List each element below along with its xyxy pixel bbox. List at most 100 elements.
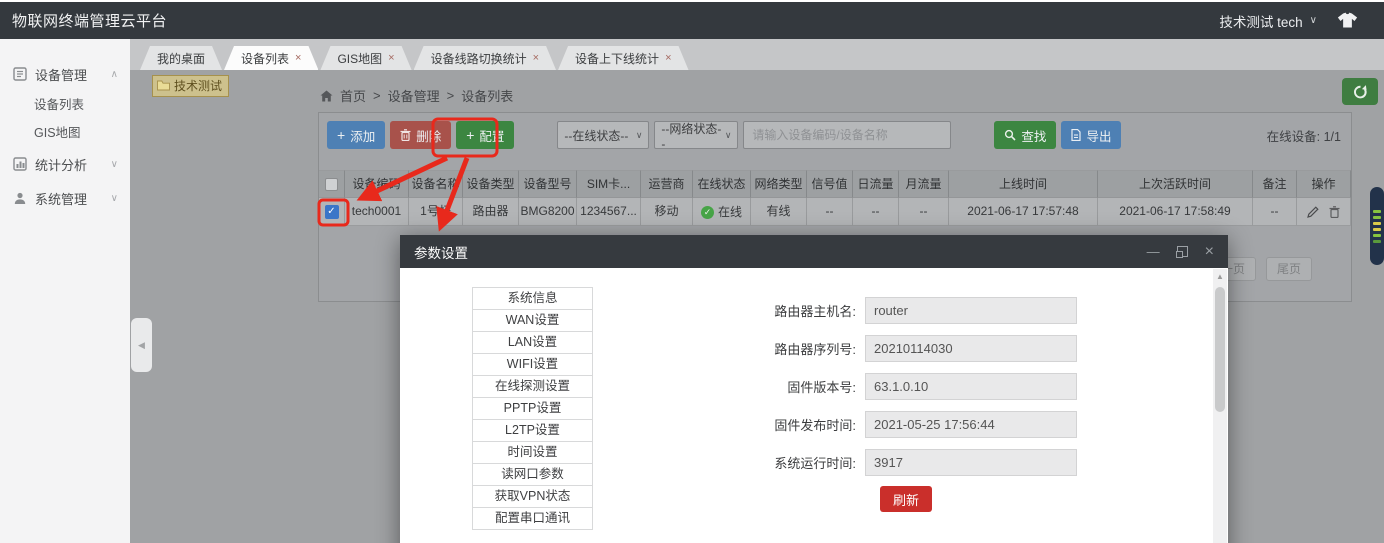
dialog-header[interactable]: 参数设置 — × <box>400 235 1228 268</box>
cell-sim-card: 1234567... <box>577 198 641 226</box>
online-count-value: 1/1 <box>1324 130 1341 144</box>
sidebar-group-statistics[interactable]: 统计分析 ∨ <box>0 147 130 181</box>
tab-device-list[interactable]: 设备列表 × <box>224 46 318 70</box>
refresh-page-button[interactable] <box>1342 78 1378 105</box>
panel-collapse-handle[interactable]: ◀ <box>131 318 152 372</box>
close-icon[interactable]: × <box>1205 244 1214 260</box>
search-icon <box>1004 129 1016 141</box>
left-triangle-icon: ◀ <box>138 340 145 351</box>
table-row[interactable]: ✓ tech0001 1号杆 路由器 BMG8200 1234567... 移动… <box>319 198 1351 226</box>
router-serial-field[interactable] <box>865 335 1077 362</box>
form-row: 固件版本号: <box>615 373 1077 400</box>
tab-online-offline-stats[interactable]: 设备上下线统计 × <box>558 46 688 70</box>
close-icon[interactable]: × <box>665 52 671 64</box>
edit-pencil-icon[interactable] <box>1307 206 1319 218</box>
close-icon[interactable]: × <box>533 52 539 64</box>
router-hostname-field[interactable] <box>865 297 1077 324</box>
cell-device-type: 路由器 <box>463 198 519 226</box>
scrollbar-thumb[interactable] <box>1215 287 1225 412</box>
menu-read-port-params[interactable]: 读网口参数 <box>472 463 593 486</box>
firmware-version-field[interactable] <box>865 373 1077 400</box>
network-status-select[interactable]: --网络状态-- ∨ <box>654 121 738 149</box>
add-device-button[interactable]: + 添加 <box>327 121 385 149</box>
export-button[interactable]: 导出 <box>1061 121 1121 149</box>
dialog-scrollbar[interactable]: ▲ <box>1213 269 1227 543</box>
cell-online-status: ✓在线 <box>693 198 751 226</box>
menu-wan-settings[interactable]: WAN设置 <box>472 309 593 332</box>
sidebar-item-gis-map[interactable]: GIS地图 <box>0 119 130 147</box>
tab-label: 我的桌面 <box>157 50 205 67</box>
user-name: 技术测试 tech <box>1219 11 1302 31</box>
refresh-info-button[interactable]: 刷新 <box>880 486 932 512</box>
select-all-checkbox[interactable] <box>325 178 338 191</box>
cell-network-type: 有线 <box>751 198 807 226</box>
menu-serial-comm-config[interactable]: 配置串口通讯 <box>472 507 593 530</box>
row-checkbox[interactable]: ✓ <box>325 205 339 219</box>
breadcrumb-separator: > <box>447 88 455 103</box>
menu-system-info[interactable]: 系统信息 <box>472 287 593 310</box>
menu-l2tp-settings[interactable]: L2TP设置 <box>472 419 593 442</box>
cell-online-time: 2021-06-17 17:57:48 <box>949 198 1098 226</box>
col-online-time: 上线时间 <box>949 170 1098 198</box>
col-carrier: 运营商 <box>641 170 693 198</box>
cell-carrier: 移动 <box>641 198 693 226</box>
menu-get-vpn-status[interactable]: 获取VPN状态 <box>472 485 593 508</box>
col-device-type: 设备类型 <box>463 170 519 198</box>
system-info-form: 路由器主机名: 路由器序列号: 固件版本号: 固件发布时间: 系统运行时间: <box>615 297 1077 487</box>
plus-icon: + <box>466 128 474 142</box>
sidebar-group-system-management[interactable]: 系统管理 ∨ <box>0 181 130 215</box>
folder-icon <box>157 80 170 91</box>
config-label: 配置 <box>479 126 504 145</box>
sidebar-group-label: 系统管理 <box>35 189 87 208</box>
tree-node-selected[interactable]: 技术测试 <box>152 75 229 97</box>
close-icon[interactable]: × <box>295 52 301 64</box>
menu-online-probe-settings[interactable]: 在线探测设置 <box>472 375 593 398</box>
online-count-label: 在线设备: <box>1267 130 1320 144</box>
col-online-status: 在线状态 <box>693 170 751 198</box>
minimize-icon[interactable]: — <box>1147 245 1160 258</box>
chevron-down-icon: ∨ <box>725 130 732 141</box>
col-signal: 信号值 <box>807 170 853 198</box>
app-window: 物联网终端管理云平台 技术测试 tech ∨ 设备管理 ∧ 设备列表 GIS地图… <box>0 0 1384 543</box>
menu-time-settings[interactable]: 时间设置 <box>472 441 593 464</box>
tshirt-icon[interactable] <box>1337 12 1358 29</box>
tab-my-desktop[interactable]: 我的桌面 <box>140 46 222 70</box>
sidebar: 设备管理 ∧ 设备列表 GIS地图 统计分析 ∨ 系统管理 ∨ <box>0 39 130 543</box>
configure-device-button[interactable]: + 配置 <box>456 121 514 149</box>
chevron-down-icon: ∨ <box>1310 15 1317 26</box>
col-remark: 备注 <box>1253 170 1297 198</box>
delete-trash-icon[interactable] <box>1329 206 1340 218</box>
col-actions: 操作 <box>1297 170 1351 198</box>
delete-device-button[interactable]: 删除 <box>390 121 451 149</box>
cell-daily-traffic: -- <box>853 198 899 226</box>
device-search-input[interactable] <box>743 121 951 149</box>
tab-label: 设备列表 <box>241 50 289 67</box>
floating-signal-widget[interactable] <box>1370 187 1384 265</box>
sidebar-group-device-management[interactable]: 设备管理 ∧ <box>0 57 130 91</box>
firmware-release-field[interactable] <box>865 411 1077 438</box>
maximize-icon[interactable] <box>1177 246 1188 257</box>
system-uptime-field[interactable] <box>865 449 1077 476</box>
tab-line-switch-stats[interactable]: 设备线路切换统计 × <box>414 46 556 70</box>
chevron-up-icon: ∧ <box>111 69 118 80</box>
scroll-up-arrow-icon[interactable]: ▲ <box>1213 269 1227 285</box>
breadcrumb-device-management[interactable]: 设备管理 <box>388 86 440 105</box>
menu-lan-settings[interactable]: LAN设置 <box>472 331 593 354</box>
last-page-button[interactable]: 尾页 <box>1266 257 1312 281</box>
home-icon <box>320 90 333 102</box>
breadcrumb-device-list[interactable]: 设备列表 <box>461 86 513 105</box>
close-icon[interactable]: × <box>388 52 394 64</box>
search-button[interactable]: 查找 <box>994 121 1056 149</box>
menu-pptp-settings[interactable]: PPTP设置 <box>472 397 593 420</box>
tab-label: GIS地图 <box>337 50 382 67</box>
tab-gis-map[interactable]: GIS地图 × <box>320 46 411 70</box>
col-device-model: 设备型号 <box>519 170 577 198</box>
form-row: 系统运行时间: <box>615 449 1077 476</box>
breadcrumb-home[interactable]: 首页 <box>340 86 366 105</box>
online-status-select[interactable]: --在线状态-- ∨ <box>557 121 649 149</box>
col-device-name: 设备名称 <box>409 170 463 198</box>
user-menu[interactable]: 技术测试 tech ∨ <box>1219 11 1317 31</box>
sidebar-item-device-list[interactable]: 设备列表 <box>0 91 130 119</box>
add-label: 添加 <box>350 126 375 145</box>
menu-wifi-settings[interactable]: WIFI设置 <box>472 353 593 376</box>
